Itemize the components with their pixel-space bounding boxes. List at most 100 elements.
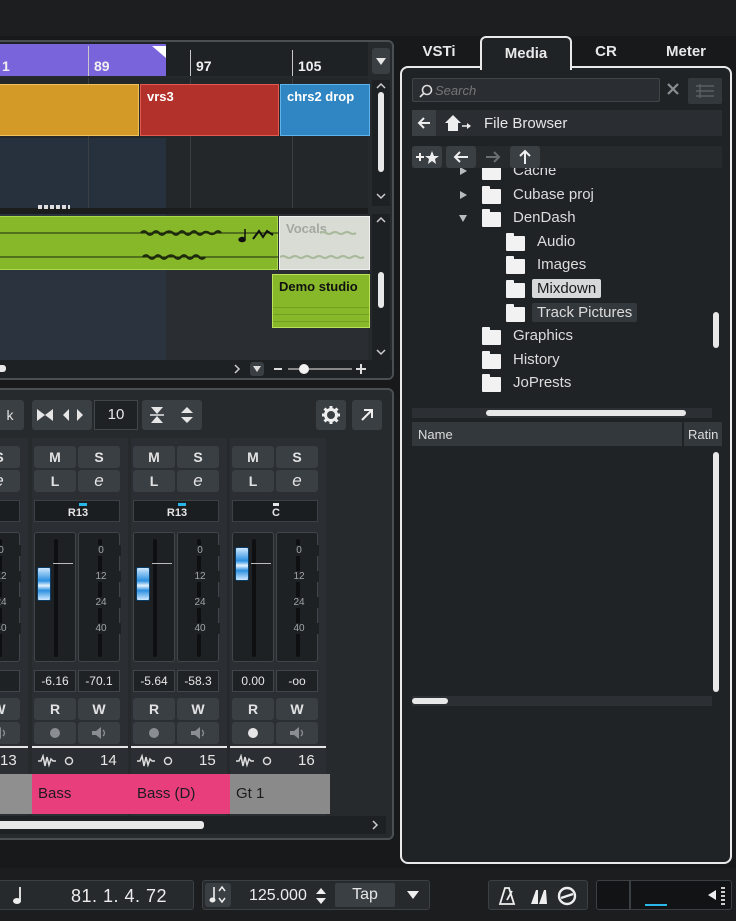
channel-width-buttons[interactable] (32, 400, 92, 430)
monitor-button[interactable] (276, 722, 318, 744)
scrollbar-thumb[interactable] (0, 821, 204, 829)
read-automation-button[interactable]: R (34, 698, 76, 720)
zoom-menu-button[interactable] (250, 362, 264, 376)
volume-value[interactable]: 0.00 (232, 670, 274, 692)
expand-icon[interactable] (458, 168, 468, 176)
listen-button[interactable]: L (232, 470, 274, 492)
listen-button[interactable]: L (34, 470, 76, 492)
record-enable-button[interactable] (34, 722, 76, 744)
visible-channels-field[interactable]: 10 (94, 400, 138, 430)
clear-search-icon[interactable] (666, 82, 680, 96)
tempo-mode-button[interactable] (401, 883, 427, 907)
add-favorite-button[interactable] (412, 146, 442, 168)
write-automation-button[interactable]: W (177, 698, 219, 720)
mute-button[interactable]: M (133, 446, 175, 468)
tempo-value[interactable]: 125.000 (249, 887, 307, 905)
tree-item[interactable]: Mixdown (412, 278, 712, 300)
cycle-range[interactable] (0, 44, 166, 76)
triangle-left-icon[interactable] (707, 889, 717, 901)
volume-fader[interactable] (34, 532, 76, 662)
arranger-part-vrs3[interactable]: vrs3 (140, 84, 279, 136)
results-vertical-scrollbar[interactable] (712, 452, 720, 692)
peak-value[interactable] (0, 670, 20, 692)
tree-item[interactable]: Images (412, 254, 712, 276)
collapse-expand-buttons[interactable] (142, 400, 202, 430)
solo-button[interactable]: S (0, 446, 20, 468)
column-divider[interactable] (682, 422, 684, 446)
position-display[interactable]: 81. 1. 4. 72 (0, 880, 194, 910)
peak-value[interactable]: -58.3 (177, 670, 219, 692)
volume-value[interactable]: -5.64 (133, 670, 175, 692)
tree-item[interactable]: Cubase proj (412, 184, 712, 206)
scrollbar-thumb[interactable] (378, 272, 384, 308)
pan-control[interactable] (0, 500, 20, 522)
arranger-part[interactable] (0, 84, 139, 136)
edit-channel-button[interactable]: e (0, 470, 20, 492)
tempo-spinner-icon[interactable] (315, 887, 327, 905)
grip-handle[interactable] (721, 887, 725, 905)
solo-button[interactable]: S (276, 446, 318, 468)
mixer-settings-button[interactable] (316, 400, 346, 430)
monitor-button[interactable] (78, 722, 120, 744)
write-automation-button[interactable]: W (0, 698, 20, 720)
pan-control[interactable]: R13 (34, 500, 120, 522)
edit-channel-button[interactable]: e (177, 470, 219, 492)
scrollbar-thumb[interactable] (378, 92, 384, 172)
solo-button[interactable]: S (177, 446, 219, 468)
vertical-scrollbar-lower[interactable] (372, 214, 390, 360)
volume-fader[interactable] (232, 532, 274, 662)
horizontal-scrollbar[interactable] (0, 360, 392, 378)
tab-meter[interactable]: Meter (640, 36, 732, 68)
timeline-ruler[interactable]: 1 89 97 105 (0, 42, 368, 76)
fader-handle[interactable] (235, 547, 249, 581)
tap-tempo-button[interactable]: Tap (335, 883, 395, 907)
tab-cr[interactable]: CR (574, 36, 638, 68)
mute-button[interactable]: M (232, 446, 274, 468)
tree-item[interactable]: Cache (412, 168, 712, 182)
audio-event-vocals[interactable]: Vocals (279, 216, 370, 270)
mute-button[interactable]: M (34, 446, 76, 468)
collapse-icon[interactable] (458, 213, 468, 223)
tempo-track-button[interactable] (205, 883, 231, 907)
results-horizontal-scrollbar[interactable] (412, 696, 712, 706)
write-automation-button[interactable]: W (276, 698, 318, 720)
search-field[interactable] (412, 78, 660, 102)
scrollbar-thumb[interactable] (713, 452, 719, 692)
results-list[interactable] (412, 448, 712, 694)
nav-up-button[interactable] (510, 146, 540, 168)
edit-channel-button[interactable]: e (78, 470, 120, 492)
column-header-name[interactable]: Name (418, 427, 453, 442)
column-header-rating[interactable]: Ratin (688, 427, 718, 442)
metronome-icon[interactable] (497, 887, 517, 905)
tab-vsti[interactable]: VSTi (400, 36, 478, 68)
list-view-button[interactable] (688, 78, 722, 104)
record-enable-button[interactable] (133, 722, 175, 744)
channel-name[interactable]: Gt 1 (230, 774, 330, 814)
read-automation-button[interactable]: R (133, 698, 175, 720)
peak-value[interactable]: -70.1 (78, 670, 120, 692)
tree-horizontal-scrollbar[interactable] (412, 408, 712, 418)
tab-media[interactable]: Media (480, 36, 572, 70)
expand-icon[interactable] (458, 190, 468, 200)
record-enable-button[interactable] (232, 722, 274, 744)
volume-fader[interactable] (133, 532, 175, 662)
scrollbar-thumb[interactable] (0, 365, 6, 372)
resize-grip[interactable] (38, 205, 70, 209)
tree-vertical-scrollbar[interactable] (712, 176, 720, 406)
scroll-right-icon[interactable] (232, 364, 242, 374)
scrollbar-thumb[interactable] (412, 698, 448, 704)
meter-display[interactable] (596, 880, 732, 910)
nav-forward-button[interactable] (478, 146, 508, 168)
write-automation-button[interactable]: W (78, 698, 120, 720)
solo-button[interactable]: S (78, 446, 120, 468)
fader-handle[interactable] (136, 567, 150, 601)
vertical-scrollbar-upper[interactable] (372, 80, 390, 206)
nav-back-button[interactable] (446, 146, 476, 168)
click-pattern-icon[interactable] (557, 886, 577, 906)
scroll-right-icon[interactable] (370, 820, 380, 830)
pan-control[interactable]: R13 (133, 500, 219, 522)
back-button[interactable] (412, 110, 436, 136)
channel-name[interactable]: Bass (D) (131, 774, 231, 814)
tree-item[interactable]: JoPrests (412, 372, 712, 394)
audio-event[interactable] (0, 216, 279, 270)
